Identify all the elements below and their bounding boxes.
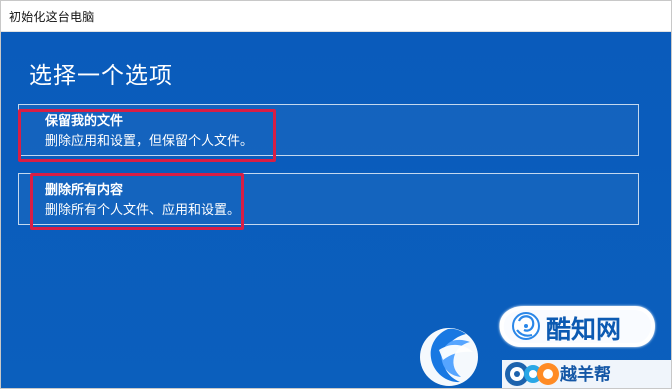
left-brand-emblem (420, 328, 478, 386)
window-title-bar: 初始化这台电脑 (1, 1, 671, 32)
brand-watermark: 酷知网 越羊帮 (415, 263, 671, 388)
window-title: 初始化这台电脑 (9, 10, 95, 24)
keep-my-files-option[interactable]: 保留我的文件 删除应用和设置，但保留个人文件。 (18, 104, 639, 156)
remove-everything-title: 删除所有内容 (45, 183, 124, 198)
keep-my-files-description: 删除应用和设置，但保留个人文件。 (45, 134, 254, 149)
remove-everything-description: 删除所有个人文件、应用和设置。 (45, 203, 241, 218)
watermark-logo: 酷知网 越羊帮 (420, 306, 671, 388)
keep-my-files-title: 保留我的文件 (45, 114, 124, 129)
remove-everything-option[interactable]: 删除所有内容 删除所有个人文件、应用和设置。 (18, 173, 639, 225)
secondary-watermark-text: 越羊帮 (559, 364, 611, 385)
watermark-brand-text: 酷知网 (546, 315, 621, 344)
page-title: 选择一个选项 (29, 63, 173, 89)
reset-pc-dialog: 初始化这台电脑 选择一个选项 保留我的文件 删除应用和设置，但保留个人文件。 删… (0, 0, 672, 389)
